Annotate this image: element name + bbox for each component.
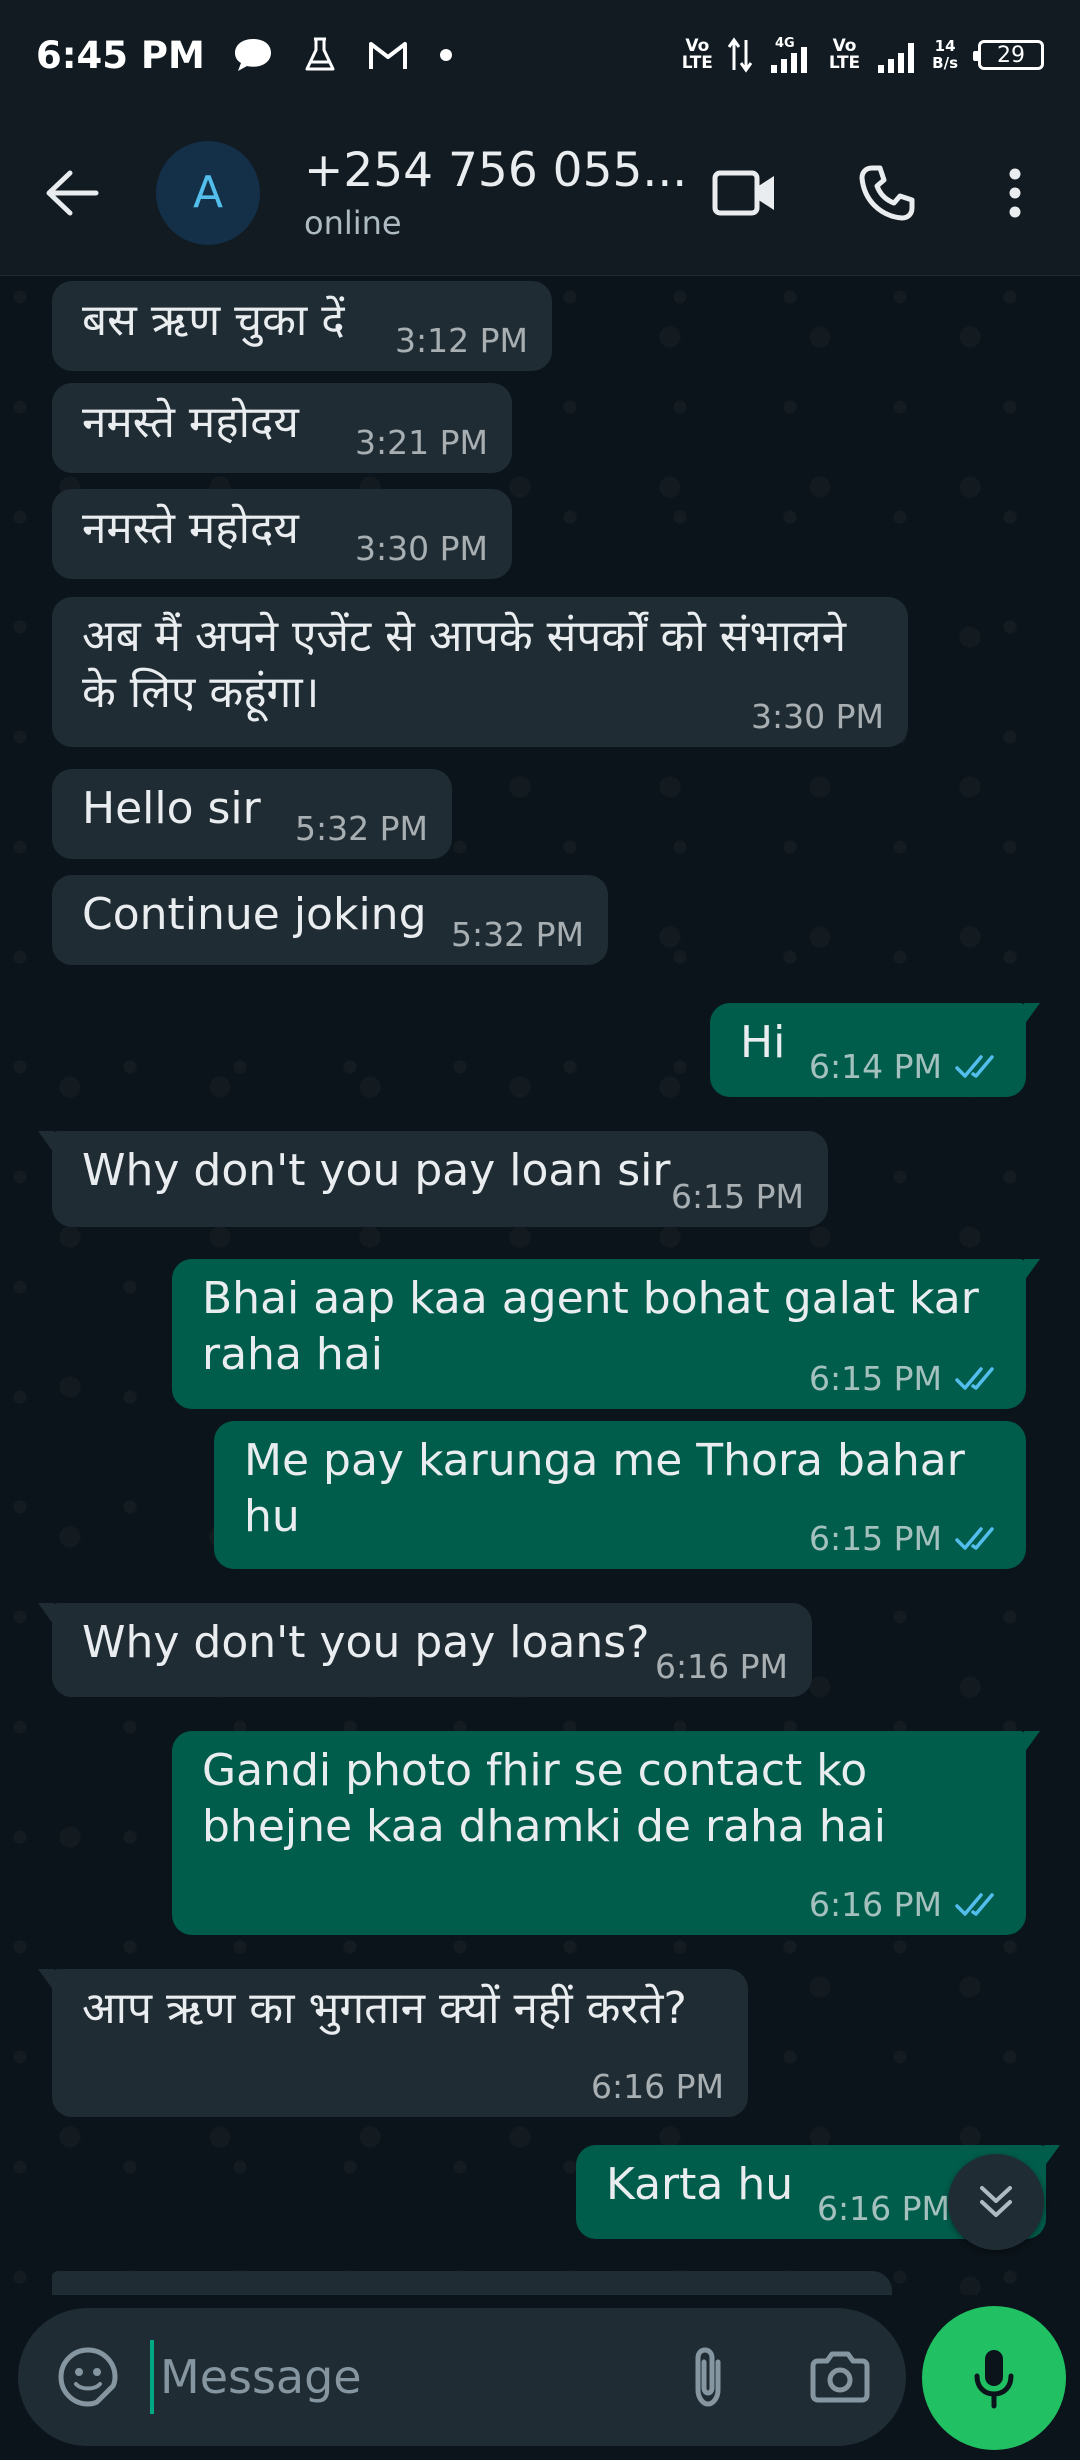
message-text: नमस्ते महोदय	[82, 503, 299, 554]
message-incoming-partial	[52, 2271, 892, 2295]
message-time: 5:32 PM	[295, 809, 428, 848]
contact-info[interactable]: +254 756 055... online	[304, 143, 687, 242]
message-text: Gandi photo fhir se contact ko bhejne ka…	[202, 1745, 886, 1852]
message-time: 3:30 PM	[751, 697, 884, 736]
arrow-left-icon	[46, 170, 99, 215]
double-check-icon	[955, 1055, 994, 1078]
message-composer	[18, 2308, 906, 2446]
message-outgoing[interactable]: Hi 6:14 PM	[710, 1003, 1040, 1097]
message-text: Why don't you pay loans?	[82, 1617, 650, 1668]
message-outgoing[interactable]: Bhai aap kaa agent bohat galat kar raha …	[172, 1259, 1040, 1409]
message-time: 6:16 PM	[655, 1647, 788, 1686]
battery-level: 29	[997, 42, 1025, 68]
chat-bubble-icon	[234, 39, 271, 71]
more-vertical-icon	[1009, 168, 1021, 218]
message-text: नमस्ते महोदय	[82, 397, 299, 448]
system-icons: Vo LTE 4G Vo LTE 14 B/s 29	[682, 35, 1044, 75]
message-time: 6:14 PM	[809, 1049, 1002, 1085]
bubble-tail	[38, 1603, 54, 1625]
volte-label-2: Vo LTE	[828, 36, 861, 73]
message-time: 3:30 PM	[355, 529, 488, 568]
message-text: Hello sir	[82, 783, 261, 834]
message-incoming[interactable]: आप ऋण का भुगतान क्यों नहीं करते? 6:16 PM	[38, 1969, 748, 2117]
flask-icon	[305, 37, 335, 71]
message-incoming[interactable]: बस ऋण चुका दें 3:12 PM	[52, 281, 552, 371]
more-options-button[interactable]	[974, 152, 1056, 234]
svg-text:4G: 4G	[775, 36, 795, 51]
message-incoming[interactable]: Why don't you pay loans? 6:16 PM	[38, 1603, 812, 1697]
message-time: 6:15 PM	[809, 1361, 1002, 1397]
message-text: आप ऋण का भुगतान क्यों नहीं करते?	[82, 1983, 687, 2034]
voice-call-button[interactable]	[846, 152, 928, 234]
message-text: Continue joking	[82, 889, 427, 940]
message-time: 6:15 PM	[809, 1521, 1002, 1557]
message-time: 6:15 PM	[671, 1177, 804, 1216]
message-incoming[interactable]: Why don't you pay loan sir 6:15 PM	[38, 1131, 828, 1227]
notification-icons	[233, 36, 453, 74]
message-time: 6:16 PM	[817, 2189, 950, 2228]
message-time: 3:12 PM	[395, 321, 528, 360]
microphone-icon	[974, 2350, 1014, 2409]
paperclip-icon	[695, 2347, 721, 2407]
bubble-tail	[1024, 1003, 1040, 1025]
message-outgoing[interactable]: Me pay karunga me Thora bahar hu 6:15 PM	[214, 1421, 1026, 1569]
message-text: अब मैं अपने एजेंट से आपके संपर्कों को सं…	[82, 611, 847, 718]
double-check-icon	[955, 1527, 994, 1550]
message-time: 3:21 PM	[355, 423, 488, 462]
scroll-to-bottom-button[interactable]	[948, 2154, 1044, 2250]
network-speed: 14 B/s	[932, 37, 958, 72]
status-bar: 6:45 PM Vo LTE 4G Vo LTE 14 B/s 29	[0, 0, 1080, 110]
camera-button[interactable]	[800, 2337, 880, 2417]
back-button[interactable]	[32, 153, 112, 233]
bubble-tail	[1024, 1731, 1040, 1753]
message-input[interactable]	[150, 2340, 602, 2414]
video-call-button[interactable]	[704, 152, 786, 234]
message-incoming[interactable]: Continue joking 5:32 PM	[52, 875, 608, 965]
volte-label-1: Vo LTE	[681, 36, 713, 73]
message-incoming[interactable]: अब मैं अपने एजेंट से आपके संपर्कों को सं…	[52, 597, 908, 747]
message-time: 6:16 PM	[809, 1887, 1002, 1923]
bubble-tail	[38, 1131, 54, 1153]
sticker-button[interactable]	[48, 2337, 128, 2417]
bubble-tail	[38, 1969, 54, 1991]
double-check-icon	[955, 1893, 994, 1916]
message-incoming[interactable]: नमस्ते महोदय 3:21 PM	[52, 383, 512, 473]
contact-status: online	[304, 204, 402, 242]
message-incoming[interactable]: नमस्ते महोदय 3:30 PM	[52, 489, 512, 579]
message-text: Why don't you pay loan sir	[82, 1145, 671, 1196]
camera-icon	[810, 2351, 870, 2403]
battery-icon: 29	[973, 40, 1044, 70]
voice-record-button[interactable]	[922, 2306, 1066, 2450]
message-list[interactable]: बस ऋण चुका दें 3:12 PM नमस्ते महोदय 3:21…	[0, 277, 1080, 2295]
bubble-tail	[1024, 1259, 1040, 1281]
message-outgoing[interactable]: Gandi photo fhir se contact ko bhejne ka…	[172, 1731, 1040, 1935]
status-time: 6:45 PM	[36, 33, 205, 77]
data-arrows-icon	[727, 37, 753, 73]
message-text: Hi	[740, 1017, 786, 1068]
bubble-tail	[1044, 2145, 1060, 2167]
signal-icon	[878, 43, 915, 73]
message-incoming[interactable]: Hello sir 5:32 PM	[52, 769, 452, 859]
signal-4g-icon: 4G	[770, 36, 807, 73]
sticker-icon	[58, 2347, 118, 2407]
video-camera-icon	[712, 170, 774, 216]
message-text: Karta hu	[606, 2159, 794, 2210]
gmail-icon	[368, 42, 407, 69]
avatar-letter: A	[192, 167, 224, 218]
chevron-double-down-icon	[980, 2186, 1012, 2217]
double-check-icon	[955, 1367, 994, 1390]
avatar[interactable]: A	[156, 140, 260, 245]
phone-icon	[859, 165, 915, 221]
attach-button[interactable]	[668, 2337, 748, 2417]
chat-header: A +254 756 055... online	[0, 110, 1080, 276]
message-time: 6:16 PM	[591, 2067, 724, 2106]
message-text: बस ऋण चुका दें	[82, 295, 345, 346]
dot-icon	[439, 49, 452, 61]
contact-name: +254 756 055...	[304, 143, 688, 198]
message-time: 5:32 PM	[451, 915, 584, 954]
